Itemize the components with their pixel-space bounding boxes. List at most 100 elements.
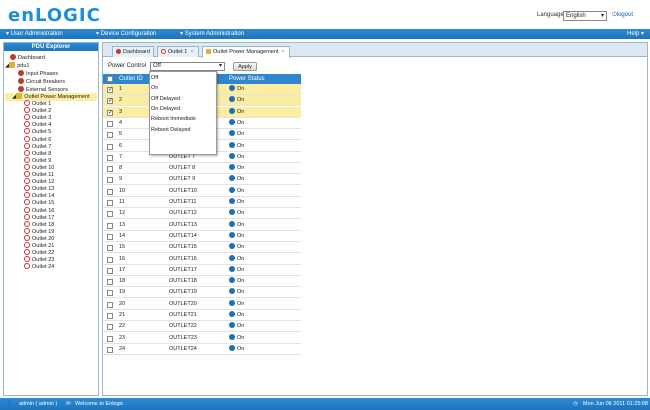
row-checkbox[interactable] xyxy=(107,267,113,274)
power-status-label: On xyxy=(237,86,245,92)
column-header-outlet-id[interactable]: Outlet ID xyxy=(119,74,143,84)
status-dot-icon xyxy=(229,186,235,193)
dropdown-option[interactable]: Off xyxy=(151,74,158,82)
outlet-id: 3 xyxy=(119,108,123,115)
apply-button[interactable]: Apply xyxy=(233,62,257,71)
power-status: On xyxy=(229,321,244,332)
table-row[interactable]: 24 OUTLET24 On xyxy=(103,344,301,355)
tree-item-outlet[interactable]: Outlet 24 xyxy=(24,263,54,271)
table-row[interactable]: 22 OUTLET22 On xyxy=(103,321,301,333)
outlet-id: 2 xyxy=(119,97,123,104)
status-dot-icon xyxy=(229,277,235,284)
row-checkbox[interactable]: ✓ xyxy=(107,98,113,105)
tree-label: Outlet 9 xyxy=(32,157,52,164)
table-row[interactable]: 9 OUTLET 9 On xyxy=(103,174,301,186)
table-row[interactable]: 16 OUTLET16 On xyxy=(103,254,301,265)
select-all-checkbox[interactable] xyxy=(107,76,113,82)
menu-label: User Administration xyxy=(10,31,63,37)
row-checkbox[interactable] xyxy=(107,177,113,184)
outlet-id: 22 xyxy=(119,323,126,330)
row-checkbox[interactable] xyxy=(107,143,113,150)
row-checkbox[interactable] xyxy=(107,211,113,218)
table-row[interactable]: 19 OUTLET19 On xyxy=(103,287,301,299)
dropdown-option[interactable]: On Delayed xyxy=(151,105,180,113)
power-status: On xyxy=(229,231,244,242)
row-checkbox[interactable] xyxy=(107,154,113,161)
outlet-id: 9 xyxy=(119,176,123,183)
tab-dashboard[interactable]: Dashboard xyxy=(112,46,154,57)
table-row[interactable]: 12 OUTLET12 On xyxy=(103,208,301,220)
power-status: On xyxy=(229,95,244,106)
row-checkbox[interactable] xyxy=(107,132,113,139)
row-checkbox[interactable] xyxy=(107,166,113,173)
row-checkbox[interactable] xyxy=(107,313,113,319)
row-checkbox[interactable] xyxy=(107,324,113,331)
table-row[interactable]: 14 OUTLET14 On xyxy=(103,231,301,242)
row-checkbox[interactable] xyxy=(107,245,113,252)
row-checkbox[interactable] xyxy=(107,222,113,229)
menu-user-administration[interactable]: ▾ User Administration xyxy=(6,30,63,38)
dashboard-icon xyxy=(116,49,121,54)
dropdown-option[interactable]: Reboot Delayed xyxy=(151,126,190,134)
row-checkbox[interactable] xyxy=(107,200,113,206)
row-checkbox[interactable] xyxy=(107,335,113,342)
folder-icon xyxy=(206,49,211,54)
table-row[interactable]: 10 OUTLET10 On xyxy=(103,186,301,197)
row-checkbox[interactable] xyxy=(107,301,113,308)
menu-system-administration[interactable]: ▾ System Administration xyxy=(180,30,244,38)
logout-link[interactable]: ⏻logout xyxy=(612,12,633,19)
outlet-icon xyxy=(24,121,30,128)
column-header-power-status[interactable]: Power Status xyxy=(229,74,265,84)
power-control-select[interactable]: Off ▾ xyxy=(150,62,225,71)
status-bar: 👤 admin ( admin ) ✉ Welcome to Enlogic ◷… xyxy=(0,398,650,410)
table-row[interactable]: 21 OUTLET21 On xyxy=(103,310,301,321)
dropdown-option[interactable]: Off Delayed xyxy=(151,95,180,103)
power-status: On xyxy=(229,299,244,310)
close-icon[interactable]: × xyxy=(190,49,193,55)
table-row[interactable]: 18 OUTLET18 On xyxy=(103,276,301,288)
row-checkbox[interactable] xyxy=(107,256,113,263)
tab-outlet-power-management[interactable]: Outlet Power Management × xyxy=(202,46,290,58)
dropdown-option[interactable]: Reboot Immediate xyxy=(151,115,196,123)
dropdown-option[interactable]: On xyxy=(151,84,158,92)
table-row[interactable]: 17 OUTLET17 On xyxy=(103,265,301,276)
row-checkbox[interactable]: ✓ xyxy=(107,87,113,93)
menu-help[interactable]: Help ▾ xyxy=(627,30,644,38)
status-datetime: Mon Jun 06 2011 01:25:08 xyxy=(583,401,649,407)
power-status-label: On xyxy=(237,244,245,251)
outlet-name: OUTLET19 xyxy=(169,289,197,296)
status-dot-icon xyxy=(229,322,235,329)
tree-item-input-phases[interactable]: Input Phases xyxy=(18,70,58,78)
tab-label: Outlet Power Management xyxy=(213,49,279,55)
row-checkbox[interactable] xyxy=(107,233,113,240)
row-checkbox[interactable]: ✓ xyxy=(107,109,113,116)
tree-item-circuit-breakers[interactable]: Circuit Breakers xyxy=(18,78,65,86)
table-row[interactable]: 15 OUTLET15 On xyxy=(103,242,301,254)
table-row[interactable]: 13 OUTLET13 On xyxy=(103,220,301,231)
row-checkbox[interactable] xyxy=(107,279,113,286)
tree-label: Outlet 23 xyxy=(32,257,55,264)
tab-outlet-1[interactable]: Outlet 1 × xyxy=(157,46,199,57)
status-dot-icon xyxy=(229,231,235,238)
language-select[interactable]: English ▾ xyxy=(563,11,607,21)
outlet-id: 21 xyxy=(119,312,126,318)
menu-device-configuration[interactable]: ▾ Device Configuration xyxy=(96,30,156,38)
tab-label: Outlet 1 xyxy=(168,49,188,55)
outlet-name: OUTLET13 xyxy=(169,221,197,228)
tree-label: Outlet 3 xyxy=(32,115,52,122)
tree-item-pdu1[interactable]: ◢ pdu1 xyxy=(5,62,29,70)
row-checkbox[interactable] xyxy=(107,290,113,297)
table-row[interactable]: 20 OUTLET20 On xyxy=(103,299,301,310)
power-status-label: On xyxy=(237,221,245,228)
row-checkbox[interactable] xyxy=(107,346,113,353)
close-icon[interactable]: × xyxy=(281,49,284,55)
power-status: On xyxy=(229,129,244,140)
tree-item-dashboard[interactable]: Dashboard xyxy=(10,54,45,62)
row-checkbox[interactable] xyxy=(107,120,113,127)
table-row[interactable]: 23 OUTLET23 On xyxy=(103,333,301,344)
row-checkbox[interactable] xyxy=(107,188,113,195)
outlet-name: OUTLET 9 xyxy=(169,176,196,183)
outlet-id: 17 xyxy=(119,266,126,273)
table-row[interactable]: 11 OUTLET11 On xyxy=(103,197,301,208)
table-row[interactable]: 8 OUTLET 8 On xyxy=(103,163,301,175)
